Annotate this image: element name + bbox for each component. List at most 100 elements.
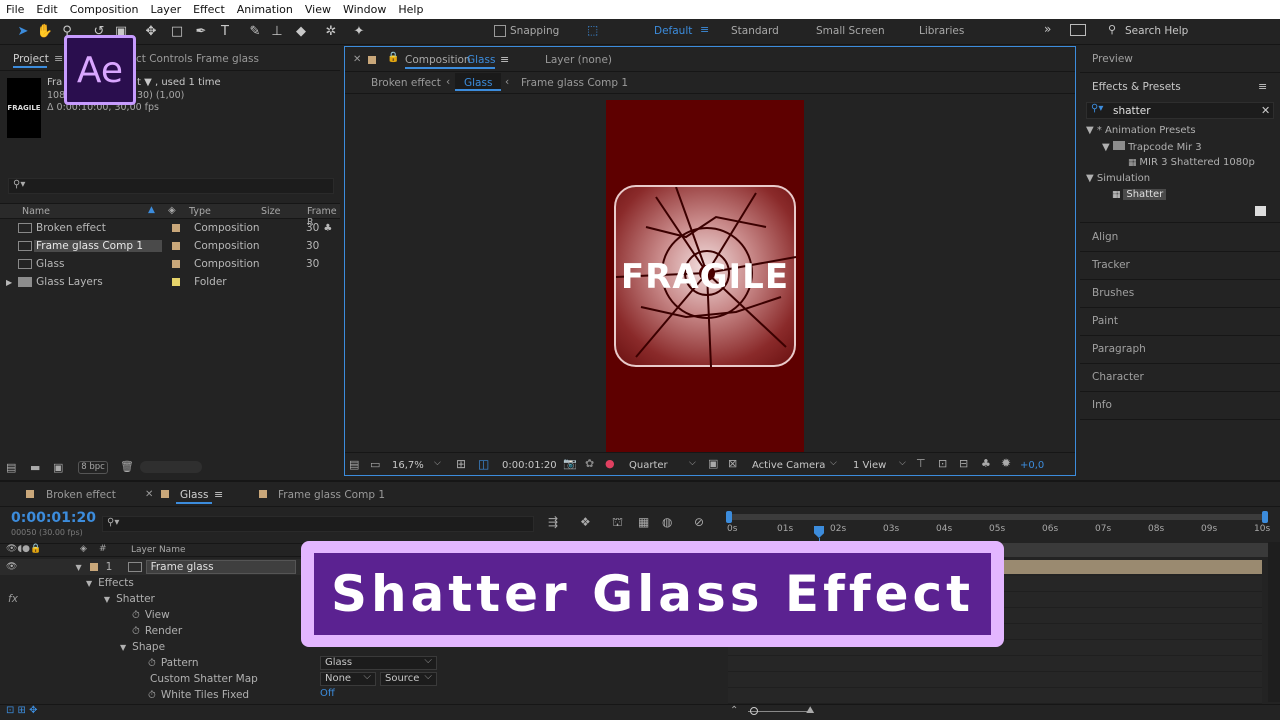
puppet-pin-icon[interactable]: ✦ bbox=[350, 23, 368, 41]
work-area-start-handle[interactable] bbox=[726, 511, 732, 523]
draft-3d-icon[interactable]: ❖ bbox=[580, 515, 591, 529]
timeline-tab-glass[interactable]: Glass bbox=[180, 489, 208, 501]
transparency-grid-icon[interactable]: ⊠ bbox=[728, 457, 737, 470]
panel-paragraph[interactable]: Paragraph bbox=[1092, 343, 1146, 355]
grid-guides-icon[interactable]: ⊞ bbox=[456, 457, 466, 471]
lock-icon[interactable]: 🔒 bbox=[387, 52, 399, 63]
roto-brush-icon[interactable]: ✲ bbox=[322, 23, 340, 41]
work-area-end-handle[interactable] bbox=[1262, 511, 1268, 523]
graph-editor-icon[interactable]: ⊘ bbox=[694, 515, 704, 529]
panel-character[interactable]: Character bbox=[1092, 371, 1144, 383]
panel-tracker[interactable]: Tracker bbox=[1092, 259, 1130, 271]
project-search-input[interactable]: ⚲▾ bbox=[8, 178, 334, 194]
menu-effect[interactable]: Effect bbox=[187, 3, 231, 16]
timeline-tab-frame-glass-comp[interactable]: Frame glass Comp 1 bbox=[278, 489, 385, 501]
flowchart-icon[interactable]: ♣ bbox=[323, 223, 332, 234]
column-name[interactable]: Name bbox=[22, 206, 50, 217]
tab-menu-icon[interactable]: ≡ bbox=[500, 53, 509, 66]
resolution-dropdown[interactable]: Quarter bbox=[629, 460, 668, 471]
column-layer-name[interactable]: Layer Name bbox=[131, 545, 186, 555]
panel-menu-icon[interactable]: ≡ bbox=[1258, 80, 1267, 93]
clear-search-icon[interactable]: ✕ bbox=[1261, 104, 1270, 117]
breadcrumb-frame-glass-comp[interactable]: Frame glass Comp 1 bbox=[521, 77, 628, 89]
exposure-value[interactable]: +0,0 bbox=[1020, 460, 1044, 471]
stopwatch-icon[interactable]: ⏱ bbox=[148, 690, 156, 701]
tree-trapcode[interactable]: ▼ Trapcode Mir 3 bbox=[1102, 141, 1202, 153]
white-tiles-row[interactable]: ⏱ White Tiles Fixed bbox=[0, 687, 724, 703]
clone-stamp-icon[interactable]: ⊥ bbox=[268, 23, 286, 41]
av-features-icon[interactable]: 👁◖●🔒 bbox=[6, 544, 41, 554]
zoom-out-icon[interactable]: ⌃ bbox=[730, 705, 738, 716]
more-workspaces-icon[interactable]: » bbox=[1044, 22, 1051, 36]
color-channels-icon[interactable]: ● bbox=[605, 457, 615, 470]
project-row[interactable]: Glass Composition 30 bbox=[0, 255, 340, 273]
snapshot-icon[interactable]: 📷 bbox=[563, 457, 577, 470]
visibility-eye-icon[interactable]: 👁 bbox=[6, 562, 17, 572]
region-of-interest-icon[interactable]: ▣ bbox=[708, 457, 718, 470]
pan-behind-tool-icon[interactable]: ✥ bbox=[142, 23, 160, 41]
menu-layer[interactable]: Layer bbox=[144, 3, 187, 16]
delete-icon[interactable]: 🗑 bbox=[120, 460, 134, 473]
project-row[interactable]: Broken effect Composition 30 ♣ bbox=[0, 219, 340, 237]
timeline-current-time[interactable]: 0:00:01:20 bbox=[11, 510, 96, 526]
sync-settings-icon[interactable] bbox=[1070, 24, 1086, 36]
tab-layer[interactable]: Layer (none) bbox=[545, 54, 612, 66]
new-composition-icon[interactable]: ▣ bbox=[53, 461, 63, 474]
menu-composition[interactable]: Composition bbox=[64, 3, 145, 16]
tab-effect-controls[interactable]: ct Controls Frame glass bbox=[136, 53, 259, 65]
time-ruler[interactable]: 0s 01s 02s 03s 04s 05s 06s 07s 08s 09s 1… bbox=[727, 524, 1270, 538]
column-size[interactable]: Size bbox=[261, 206, 281, 217]
fx-icon[interactable]: fx bbox=[8, 593, 18, 605]
panel-effects-presets[interactable]: Effects & Presets bbox=[1092, 81, 1181, 93]
magnification-dropdown[interactable]: 16,7% bbox=[392, 460, 424, 471]
project-row[interactable]: ▶ Glass Layers Folder bbox=[0, 273, 340, 291]
search-help-field[interactable]: Search Help bbox=[1125, 25, 1188, 37]
zoom-in-icon[interactable]: ⛰ bbox=[806, 705, 814, 716]
panel-info[interactable]: Info bbox=[1092, 399, 1112, 411]
panel-align[interactable]: Align bbox=[1092, 231, 1118, 243]
timeline-scrollbar[interactable] bbox=[1268, 542, 1280, 702]
eraser-tool-icon[interactable]: ◆ bbox=[292, 23, 310, 41]
expand-arrow-icon[interactable]: ▶ bbox=[6, 278, 12, 287]
workspace-default[interactable]: Default bbox=[654, 25, 692, 37]
menu-animation[interactable]: Animation bbox=[231, 3, 299, 16]
new-folder-icon[interactable]: ▬ bbox=[30, 461, 40, 474]
close-tab-icon[interactable]: ✕ bbox=[353, 54, 361, 65]
work-area-bar[interactable] bbox=[728, 514, 1266, 520]
workspace-standard[interactable]: Standard bbox=[731, 25, 779, 37]
breadcrumb-broken-effect[interactable]: Broken effect bbox=[371, 77, 441, 89]
menu-view[interactable]: View bbox=[299, 3, 337, 16]
workspace-small-screen[interactable]: Small Screen bbox=[816, 25, 885, 37]
white-tiles-value[interactable]: Off bbox=[320, 688, 335, 699]
tab-project[interactable]: Project bbox=[13, 53, 49, 65]
label-column-icon[interactable]: ◈ bbox=[80, 544, 87, 554]
panel-brushes[interactable]: Brushes bbox=[1092, 287, 1134, 299]
fast-previews-icon[interactable]: ⊡ bbox=[938, 457, 947, 470]
stopwatch-icon[interactable]: ⏱ bbox=[148, 658, 156, 669]
tree-shatter[interactable]: ▦ Shatter bbox=[1112, 189, 1167, 200]
hand-tool-icon[interactable]: ✋ bbox=[36, 23, 54, 41]
snap-options-icon[interactable]: ⬚ bbox=[587, 23, 598, 37]
project-row-selected[interactable]: Frame glass Comp 1 Composition 30 bbox=[0, 237, 340, 255]
workspace-menu-icon[interactable]: ≡ bbox=[700, 23, 709, 36]
workspace-libraries[interactable]: Libraries bbox=[919, 25, 964, 37]
bpc-button[interactable]: 8 bpc bbox=[78, 461, 108, 474]
view-layout-dropdown[interactable]: 1 View bbox=[853, 460, 886, 471]
expand-arrow-icon[interactable]: ▼ bbox=[120, 643, 126, 652]
menu-help[interactable]: Help bbox=[392, 3, 429, 16]
column-type[interactable]: Type bbox=[189, 206, 211, 217]
expand-arrow-icon[interactable]: ▼ bbox=[86, 579, 92, 588]
tree-mir-preset[interactable]: ▦ MIR 3 Shattered 1080p bbox=[1128, 157, 1255, 168]
snapping-checkbox[interactable] bbox=[494, 25, 506, 37]
monitor-icon[interactable]: ▭ bbox=[370, 458, 380, 471]
type-tool-icon[interactable]: T bbox=[216, 23, 234, 41]
mask-visibility-icon[interactable]: ◫ bbox=[478, 457, 489, 471]
tab-composition-prefix[interactable]: Composition bbox=[405, 54, 471, 66]
rectangle-tool-icon[interactable]: □ bbox=[168, 23, 186, 41]
menu-window[interactable]: Window bbox=[337, 3, 392, 16]
zoom-slider-handle[interactable] bbox=[750, 707, 758, 715]
new-preset-icon[interactable] bbox=[1255, 206, 1266, 216]
tab-menu-icon[interactable]: ≡ bbox=[214, 488, 223, 501]
expand-arrow-icon[interactable]: ▼ bbox=[75, 563, 81, 572]
current-time[interactable]: 0:00:01:20 bbox=[502, 460, 557, 471]
